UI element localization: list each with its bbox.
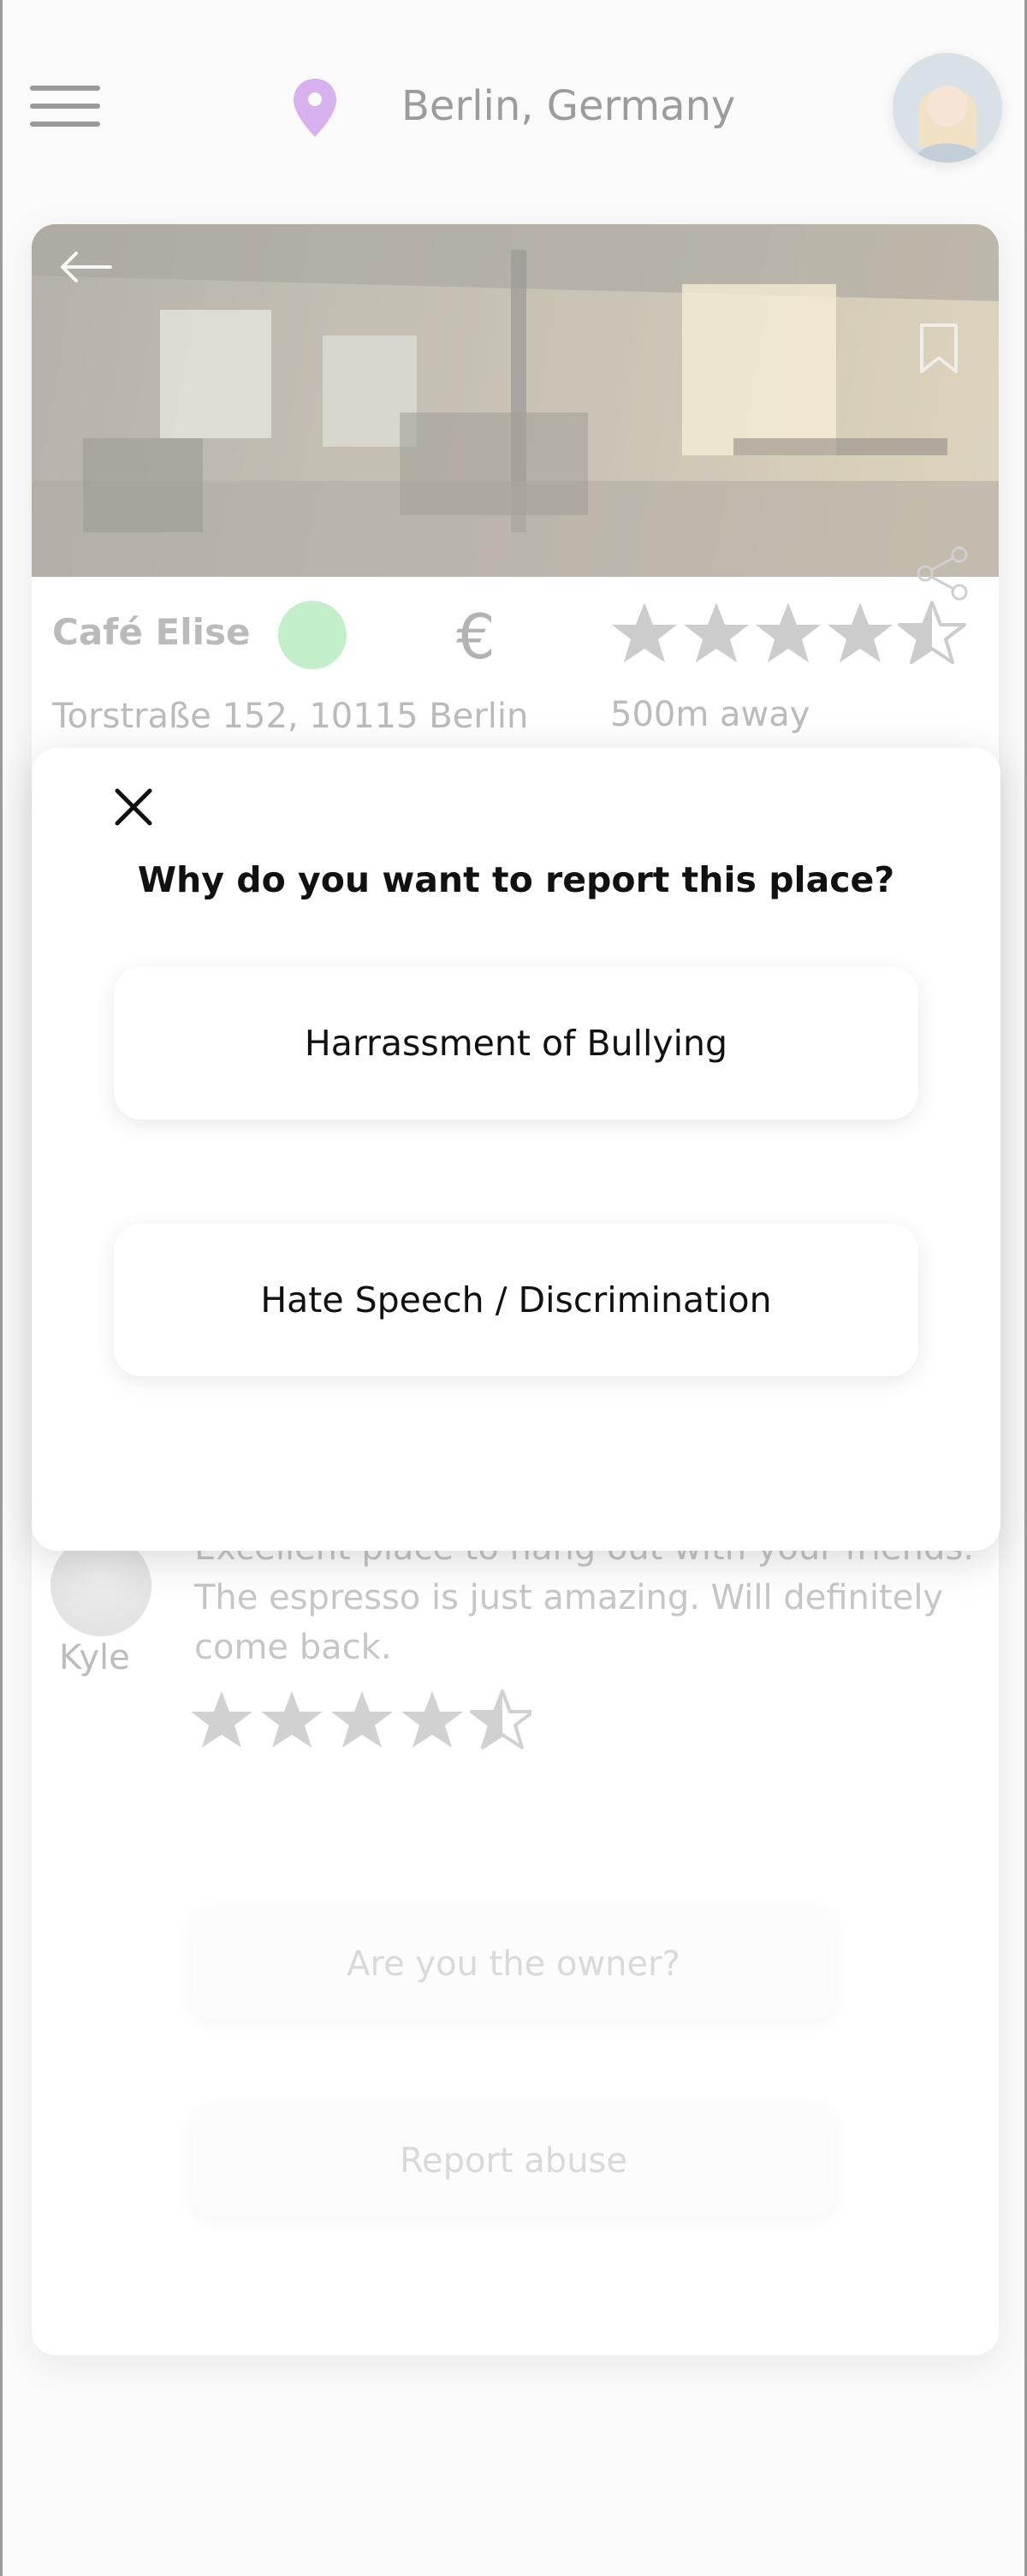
report-reason-hate-speech-button[interactable]: Hate Speech / Discrimination	[114, 1224, 918, 1376]
app-screen: Berlin, Germany Café Elise € Torstraße 1…	[0, 0, 1027, 2576]
report-modal: Why do you want to report this place? Ha…	[32, 748, 1000, 1551]
report-reason-harassment-button[interactable]: Harrassment of Bullying	[114, 967, 918, 1119]
close-icon[interactable]	[112, 786, 155, 828]
report-modal-title: Why do you want to report this place?	[137, 859, 895, 900]
